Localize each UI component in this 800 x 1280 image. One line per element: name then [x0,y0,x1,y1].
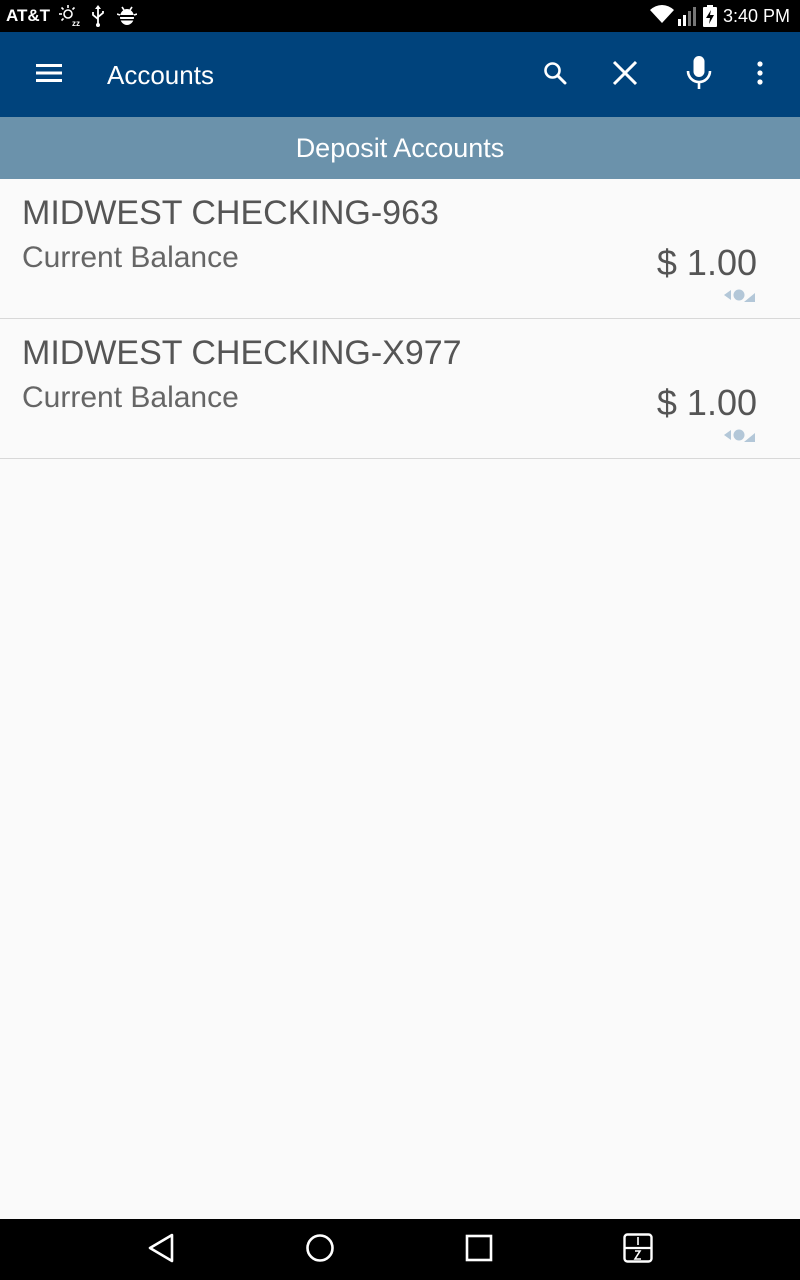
account-row[interactable]: MIDWEST CHECKING-X977 Current Balance $ … [0,319,800,459]
page-title: Accounts [107,60,214,90]
close-icon [612,60,638,91]
account-name: MIDWEST CHECKING-963 [22,194,439,232]
swipe-indicator-icon [724,427,756,448]
voice-search-button[interactable] [676,52,722,98]
microphone-icon [686,55,712,95]
app-bar: Accounts [0,32,800,117]
battery-charging-icon [703,5,717,32]
home-button[interactable] [297,1227,343,1273]
balance-amount: $ 1.00 [656,382,757,423]
swipe-indicator-icon [724,287,756,308]
navigation-bar [0,1219,800,1280]
split-screen-icon [623,1232,653,1268]
account-row[interactable]: MIDWEST CHECKING-963 Current Balance $ 1… [0,179,800,319]
search-icon [543,61,567,90]
android-debug-icon [116,5,138,32]
back-icon [147,1233,175,1268]
balance-label: Current Balance [22,381,239,414]
status-bar: AT&T zz 3:40 PM [0,0,800,32]
more-options-button[interactable] [737,52,783,98]
home-icon [305,1233,335,1268]
section-header: Deposit Accounts [0,117,800,179]
back-button[interactable] [138,1227,184,1273]
menu-icon [36,63,62,88]
signal-icon [677,5,699,32]
clock: 3:40 PM [722,6,790,26]
balance-amount: $ 1.00 [656,242,757,283]
search-button[interactable] [532,52,578,98]
account-name: MIDWEST CHECKING-X977 [22,334,462,372]
menu-button[interactable] [26,52,72,98]
carrier-label: AT&T [6,6,51,25]
split-screen-button[interactable] [615,1227,661,1273]
sleep-mode-icon: zz [58,5,82,32]
more-vert-icon [756,60,764,90]
recents-icon [465,1234,493,1267]
recents-button[interactable] [456,1227,502,1273]
wifi-icon [650,5,674,30]
usb-icon [90,5,106,32]
svg-text:zz: zz [72,19,80,27]
close-button[interactable] [602,52,648,98]
balance-label: Current Balance [22,241,239,274]
